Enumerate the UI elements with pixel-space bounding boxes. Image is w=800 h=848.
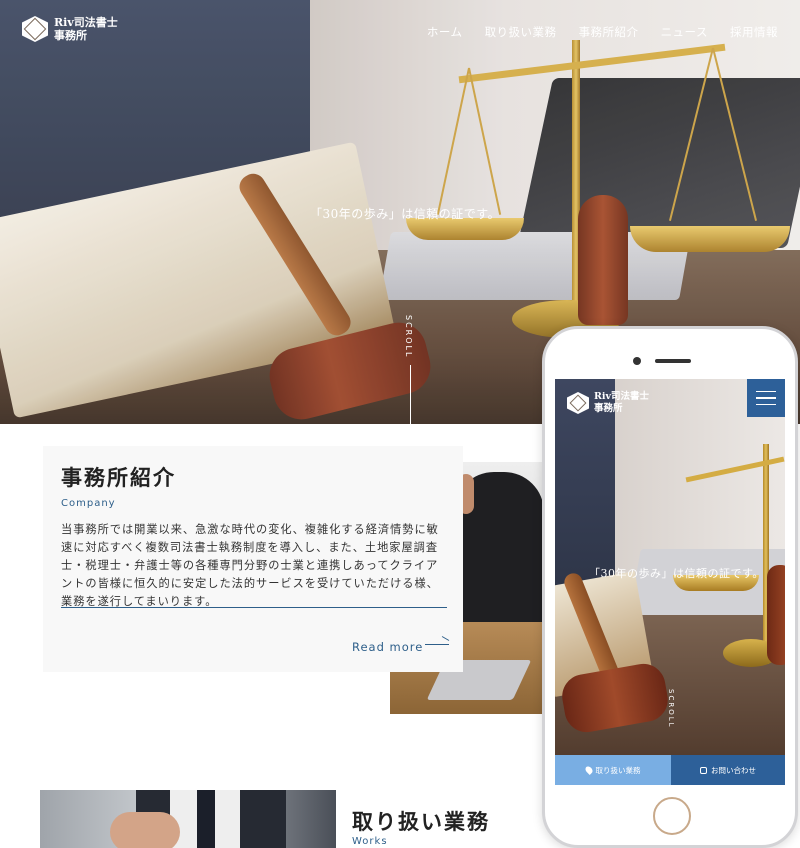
- company-section: 事務所紹介 Company 当事務所では開業以来、急激な時代の変化、複雑化する経…: [43, 446, 463, 672]
- contact-button[interactable]: お問い合わせ: [671, 755, 785, 785]
- company-description: 当事務所では開業以来、急激な時代の変化、複雑化する経済情勢に敏速に対応すべく複数…: [61, 523, 439, 608]
- logo-text: Riv司法書士 事務所: [594, 391, 649, 415]
- menu-line: [756, 397, 776, 399]
- mobile-bottom-bar: 取り扱い業務 お問い合わせ: [555, 755, 785, 785]
- mobile-logo[interactable]: Riv司法書士 事務所: [567, 391, 649, 415]
- nav-home[interactable]: ホーム: [427, 24, 463, 40]
- hamburger-menu-button[interactable]: [747, 379, 785, 417]
- services-button-label: 取り扱い業務: [595, 765, 641, 775]
- menu-line: [756, 390, 776, 393]
- read-more-link[interactable]: Read more: [352, 640, 423, 654]
- nav-company[interactable]: 事務所紹介: [579, 24, 639, 40]
- logo-line1: Riv司法書士: [594, 391, 650, 402]
- home-button[interactable]: [653, 797, 691, 835]
- logo-line2: 事務所: [594, 403, 623, 414]
- nav-recruit[interactable]: 採用情報: [730, 24, 778, 40]
- logo-icon: [567, 392, 589, 414]
- global-nav: ホーム 取り扱い業務 事務所紹介 ニュース 採用情報: [427, 24, 778, 40]
- divider: [61, 607, 447, 608]
- company-subtitle: Company: [61, 498, 116, 509]
- mobile-screen: Riv司法書士 事務所 「30年の歩み」は信頼の証です。 SCROLL 取り扱い…: [555, 379, 785, 785]
- mobile-catchphrase: 「30年の歩み」は信頼の証です。: [589, 567, 764, 580]
- scroll-indicator[interactable]: SCROLL: [404, 315, 413, 358]
- contact-button-label: お問い合わせ: [711, 765, 756, 775]
- hand-image: [110, 812, 180, 848]
- tie-image: [197, 790, 215, 848]
- scroll-line: [410, 365, 411, 424]
- logo-line2: 事務所: [54, 29, 87, 42]
- works-title: 取り扱い業務: [352, 809, 490, 834]
- speaker-icon: [655, 359, 691, 363]
- hero-catchphrase: 「30年の歩み」は信頼の証です。: [310, 207, 501, 221]
- nav-news[interactable]: ニュース: [661, 24, 708, 40]
- arrow-right-icon: [425, 644, 449, 645]
- camera-icon: [633, 357, 641, 365]
- logo-line1: Riv司法書士: [54, 16, 118, 29]
- company-title: 事務所紹介: [61, 465, 176, 490]
- mobile-scroll-indicator[interactable]: SCROLL: [667, 689, 675, 729]
- menu-line: [756, 403, 776, 406]
- works-photo: [40, 790, 336, 848]
- site-logo[interactable]: Riv司法書士 事務所: [22, 16, 118, 42]
- stamp-image: [767, 565, 785, 665]
- map-pin-icon: [583, 765, 594, 775]
- works-subtitle: Works: [352, 836, 388, 847]
- phone-icon: [700, 766, 707, 774]
- services-button[interactable]: 取り扱い業務: [555, 755, 671, 785]
- phone-mockup: Riv司法書士 事務所 「30年の歩み」は信頼の証です。 SCROLL 取り扱い…: [542, 326, 798, 848]
- nav-services[interactable]: 取り扱い業務: [485, 24, 557, 40]
- logo-icon: [22, 16, 48, 42]
- logo-text: Riv司法書士 事務所: [54, 16, 118, 42]
